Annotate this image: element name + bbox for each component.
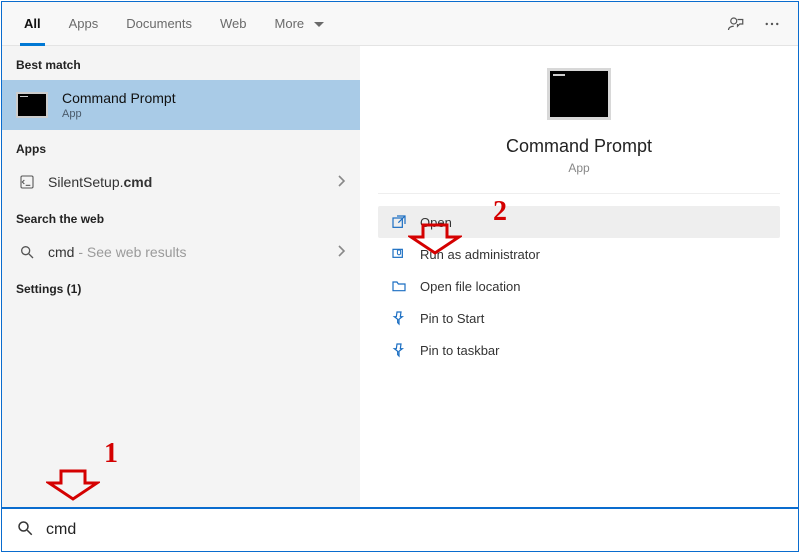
apps-result-prefix: SilentSetup. <box>48 174 124 190</box>
best-match-title: Command Prompt <box>62 90 176 106</box>
more-options-icon[interactable] <box>754 6 790 42</box>
preview-header: Command Prompt App <box>378 46 780 194</box>
chevron-right-icon <box>338 244 346 260</box>
best-match-subtitle: App <box>62 108 176 120</box>
tab-more-label: More <box>275 16 305 31</box>
action-file-loc-label: Open file location <box>420 279 520 294</box>
feedback-icon[interactable] <box>718 6 754 42</box>
search-icon <box>16 519 34 542</box>
apps-result-item[interactable]: SilentSetup.cmd <box>2 164 360 200</box>
open-icon <box>388 214 410 230</box>
web-result-suffix: - See web results <box>74 244 186 260</box>
best-match-item[interactable]: Command Prompt App <box>2 80 360 130</box>
script-file-icon <box>16 174 38 190</box>
apps-result-bold: cmd <box>124 174 153 190</box>
tab-documents[interactable]: Documents <box>112 2 206 46</box>
action-open-file-location[interactable]: Open file location <box>378 270 780 302</box>
search-input[interactable] <box>46 521 784 539</box>
chevron-down-icon <box>314 2 324 46</box>
annotation-arrow-1 <box>46 468 100 502</box>
pin-icon <box>388 310 410 326</box>
action-pin-taskbar[interactable]: Pin to taskbar <box>378 334 780 366</box>
apps-header: Apps <box>2 130 360 164</box>
annotation-number-2: 2 <box>493 196 507 228</box>
admin-shield-icon <box>388 246 410 262</box>
web-header: Search the web <box>2 200 360 234</box>
annotation-arrow-2 <box>408 222 462 256</box>
tab-more[interactable]: More <box>261 2 338 46</box>
preview-title: Command Prompt <box>506 136 652 157</box>
cmd-large-thumbnail-icon <box>547 68 611 120</box>
folder-icon <box>388 278 410 294</box>
chevron-right-icon <box>338 174 346 190</box>
action-pin-taskbar-label: Pin to taskbar <box>420 343 500 358</box>
search-window: All Apps Documents Web More Best match C… <box>1 1 799 552</box>
tab-apps[interactable]: Apps <box>55 2 113 46</box>
settings-header: Settings (1) <box>2 270 360 304</box>
preview-pane: Command Prompt App Open Run as administr… <box>360 46 798 507</box>
pin-icon <box>388 342 410 358</box>
preview-subtitle: App <box>568 161 589 175</box>
annotation-number-1: 1 <box>104 438 118 470</box>
search-bar[interactable] <box>2 507 798 551</box>
web-result-query: cmd <box>48 244 74 260</box>
web-result-label: cmd - See web results <box>48 244 338 260</box>
cmd-thumbnail-icon <box>16 92 48 118</box>
apps-result-label: SilentSetup.cmd <box>48 174 338 190</box>
tab-web[interactable]: Web <box>206 2 261 46</box>
tabs-bar: All Apps Documents Web More <box>2 2 798 46</box>
action-pin-start-label: Pin to Start <box>420 311 484 326</box>
results-pane: Best match Command Prompt App Apps Silen… <box>2 46 360 507</box>
action-pin-start[interactable]: Pin to Start <box>378 302 780 334</box>
tab-all[interactable]: All <box>10 2 55 46</box>
web-result-item[interactable]: cmd - See web results <box>2 234 360 270</box>
content-area: Best match Command Prompt App Apps Silen… <box>2 46 798 507</box>
search-icon <box>16 244 38 260</box>
best-match-header: Best match <box>2 46 360 80</box>
